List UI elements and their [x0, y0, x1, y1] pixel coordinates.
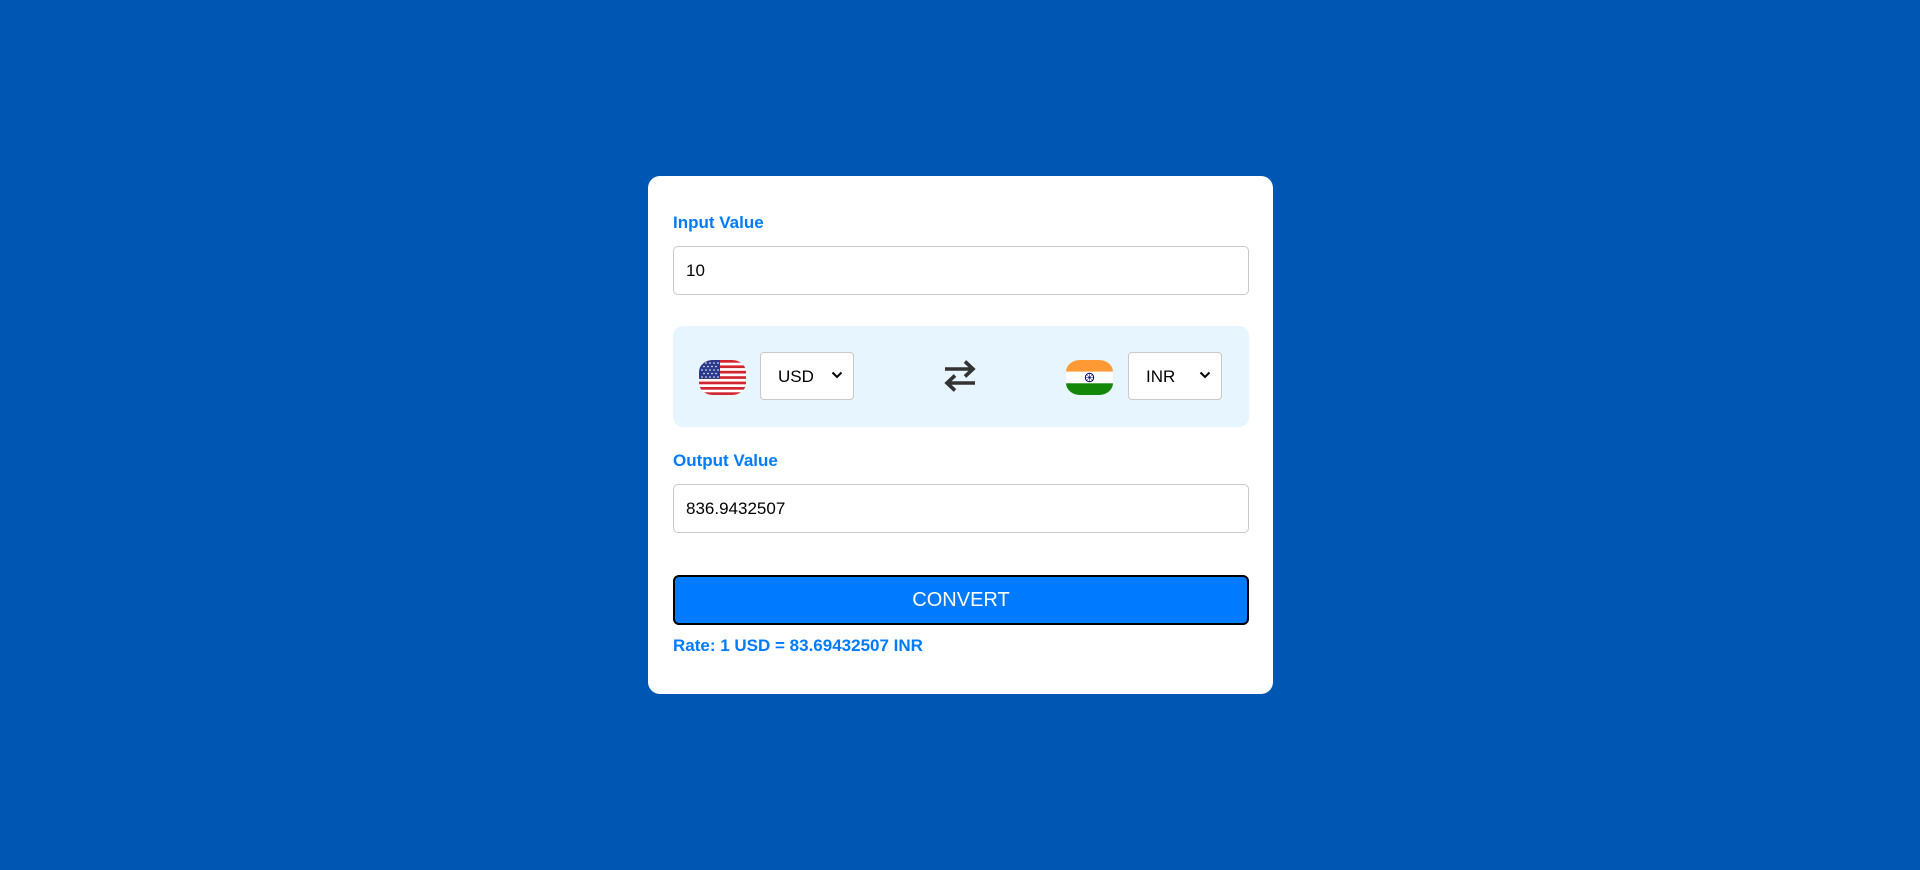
- convert-button[interactable]: CONVERT: [673, 575, 1249, 625]
- from-currency-select[interactable]: USD: [760, 352, 854, 400]
- us-flag-icon: [699, 360, 746, 395]
- converter-card: Input Value 10 USD INR Output Value 836.…: [648, 176, 1273, 694]
- from-currency-value: USD: [778, 367, 814, 386]
- input-value-label: Input Value: [673, 213, 764, 232]
- india-flag-icon: [1066, 360, 1113, 395]
- input-value-field[interactable]: [673, 246, 1249, 295]
- to-currency-value: INR: [1146, 367, 1176, 386]
- swap-arrows-icon[interactable]: [942, 359, 978, 393]
- to-currency-select[interactable]: INR: [1128, 352, 1222, 400]
- output-value-field[interactable]: [673, 484, 1249, 533]
- currency-selector-panel: USD INR: [673, 326, 1249, 427]
- output-value-label: Output Value: [673, 451, 778, 470]
- exchange-rate-text: Rate: 1 USD = 83.69432507 INR: [673, 636, 923, 655]
- chevron-down-icon: [1199, 371, 1211, 379]
- chevron-down-icon: [831, 371, 843, 379]
